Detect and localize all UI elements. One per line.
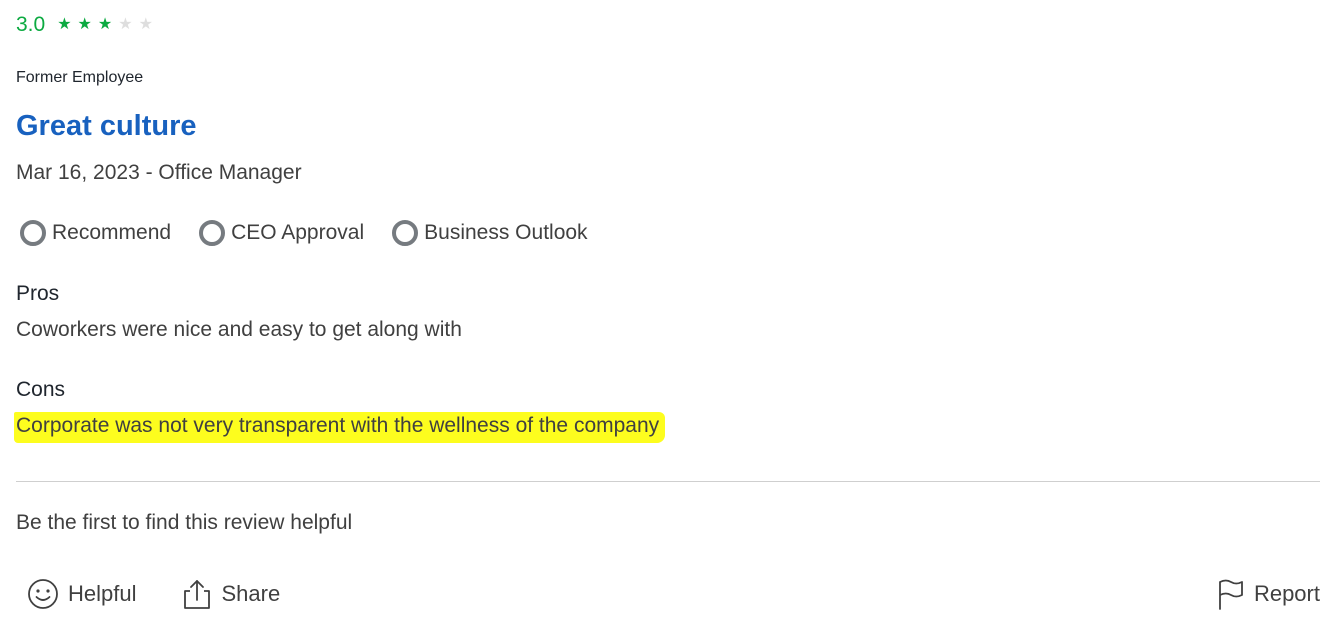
flag-icon [1219, 579, 1243, 610]
review-date-role: Mar 16, 2023 - Office Manager [16, 161, 302, 184]
star-filled-icon: ★ [97, 16, 113, 33]
pros-heading: Pros [16, 282, 60, 305]
review-title[interactable]: Great culture [16, 110, 197, 143]
review-actions: Helpful Share [27, 578, 280, 610]
cons-heading: Cons [16, 378, 66, 401]
report-button[interactable]: Report [1217, 578, 1320, 610]
helpful-count-note: Be the first to find this review helpful [16, 511, 353, 534]
circle-neutral-icon [199, 220, 226, 246]
report-label: Report [1253, 581, 1320, 606]
helpful-button[interactable]: Helpful [27, 578, 136, 610]
review-indicators: Recommend CEO Approval Business Outlook [20, 220, 588, 246]
helpful-label: Helpful [68, 581, 137, 606]
indicator-ceo-approval: CEO Approval [199, 220, 364, 246]
employee-status: Former Employee [16, 69, 144, 86]
star-filled-icon: ★ [57, 16, 72, 33]
pros-text: Coworkers were nice and easy to get alon… [16, 318, 462, 341]
share-icon [184, 580, 211, 609]
circle-neutral-icon [20, 220, 46, 246]
cons-text-container: Corporate was not very transparent with … [14, 412, 666, 443]
rating-row: 3.0 ★ ★ ★ ★ ★ [16, 10, 153, 40]
indicator-label: CEO Approval [231, 221, 365, 244]
circle-neutral-icon [392, 220, 419, 246]
smiley-icon [28, 579, 58, 609]
indicator-business-outlook: Business Outlook [392, 220, 588, 246]
star-rating: ★ ★ ★ ★ ★ [57, 17, 153, 33]
indicator-recommend: Recommend [20, 220, 171, 246]
star-empty-icon: ★ [138, 16, 153, 33]
share-label: Share [221, 581, 281, 606]
share-button[interactable]: Share [182, 578, 280, 610]
cons-text: Corporate was not very transparent with … [14, 412, 666, 443]
divider [16, 481, 1320, 482]
star-empty-icon: ★ [118, 16, 133, 33]
star-filled-icon: ★ [77, 16, 92, 33]
indicator-label: Business Outlook [424, 221, 588, 244]
rating-value: 3.0 [16, 13, 46, 36]
indicator-label: Recommend [52, 221, 172, 244]
